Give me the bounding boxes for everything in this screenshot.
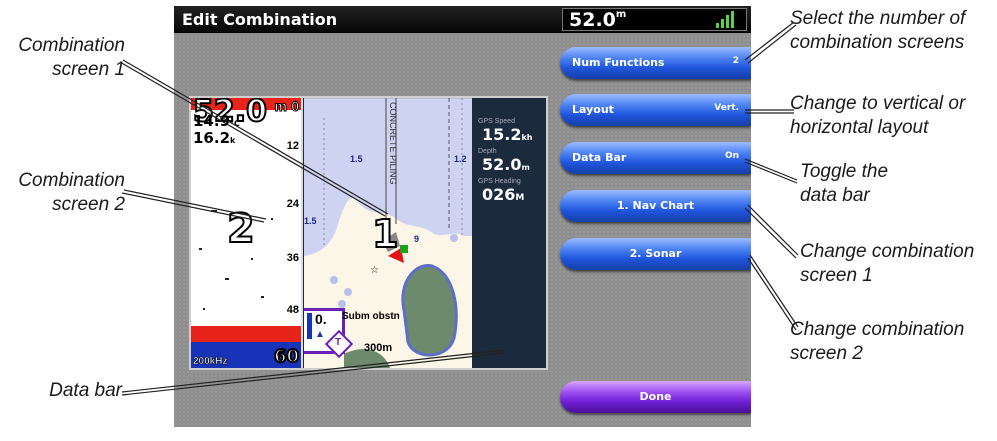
databar-number: 026	[482, 185, 516, 204]
annotation-data-bar: Data bar	[10, 379, 122, 403]
button-label: Done	[639, 390, 672, 403]
annotation-line: screen 2	[52, 194, 125, 215]
databar-value: 15.2kh	[482, 125, 533, 144]
databar-number: 52.0	[482, 155, 522, 174]
button-value: On	[724, 151, 739, 161]
depth-unit: m	[615, 9, 627, 20]
annotation-line: screen 1	[52, 59, 125, 80]
chart-depth-label: 1.2	[454, 154, 467, 164]
screen-1-label: 1	[371, 211, 399, 257]
sonar-frequency: 200kHz	[193, 356, 228, 368]
chart-depth-label: 1.5	[304, 216, 317, 226]
databar-value: 026M	[482, 185, 524, 204]
device-screen: Edit Combination 52.0m 52.0 m 0 14.9°C 1…	[174, 6, 751, 427]
annotation-layout: Change to vertical or horizontal layout	[790, 92, 995, 140]
databar-unit: kh	[521, 133, 533, 142]
databar-unit: M	[515, 193, 525, 203]
annotation-line: screen 2	[790, 343, 863, 364]
databar-number: 15.2	[482, 125, 522, 144]
chart-road-label: CONCRETE PILING	[388, 102, 398, 185]
depth-readout: 52.0m	[562, 8, 747, 31]
annotation-num-functions: Select the number of combination screens	[790, 7, 995, 55]
scale-bar	[307, 313, 312, 339]
databar-label: Depth	[478, 148, 497, 155]
databar-value: 52.0m	[482, 155, 530, 174]
annotation-line: data bar	[800, 185, 870, 206]
nav-chart-screen: ☆ 1.5 1.2 1.5 9 CONCRETE PILING 1 0. ▲ S…	[304, 98, 472, 368]
title-bar: Edit Combination 52.0m	[174, 6, 751, 33]
chart-depth-label: 9	[414, 234, 420, 244]
button-label: 1. Nav Chart	[616, 199, 695, 212]
annotation-line: Toggle the	[800, 161, 889, 182]
svg-text:☆: ☆	[370, 265, 379, 276]
databar-label: GPS Heading	[478, 178, 521, 185]
button-label: Layout	[572, 103, 614, 116]
depth-number: 52.0	[569, 9, 616, 31]
annotation-combination-screen-2: Combination screen 2	[10, 169, 125, 217]
button-value: 2	[732, 56, 739, 66]
chart-scale-value: 0.	[315, 311, 327, 327]
annotation-line: Select the number of	[790, 8, 966, 29]
signal-icon	[716, 11, 738, 28]
marker-letter: T	[335, 337, 342, 348]
sonar-button[interactable]: 2. Sonar	[560, 238, 751, 270]
databar-label: GPS Speed	[478, 118, 515, 125]
annotation-line: Combination	[18, 170, 125, 191]
data-bar: GPS Speed 15.2kh Depth 52.0m GPS Heading…	[474, 98, 546, 368]
north-arrow-icon: ▲	[315, 329, 325, 340]
sonar-screen: 52.0 m 0 14.9°C 16.2k 12 24 36 48 2 200k…	[191, 98, 303, 368]
annotation-line: Change combination	[800, 241, 975, 262]
data-bar-button[interactable]: Data Bar On	[560, 142, 751, 174]
annotation-change-screen-1: Change combination screen 1	[800, 240, 995, 288]
annotation-change-screen-2: Change combination screen 2	[790, 318, 995, 366]
button-value: Vert.	[714, 103, 739, 113]
button-label: 2. Sonar	[629, 247, 682, 260]
annotation-line: Change combination	[790, 319, 965, 340]
chart-obstruction-label: Subm obstn	[342, 311, 400, 322]
sonar-range-bottom: 60	[273, 345, 300, 368]
annotation-line: combination screens	[790, 32, 965, 53]
layout-button[interactable]: Layout Vert.	[560, 94, 751, 126]
num-functions-button[interactable]: Num Functions 2	[560, 47, 751, 79]
annotation-line: horizontal layout	[790, 117, 929, 138]
page-title: Edit Combination	[182, 10, 338, 29]
button-label: Num Functions	[572, 56, 665, 69]
annotation-data-bar-toggle: Toggle the data bar	[800, 160, 990, 208]
screen-2-label: 2	[226, 205, 256, 253]
annotation-line: screen 1	[800, 265, 873, 286]
chart-depth-label: 1.5	[350, 154, 363, 164]
done-button[interactable]: Done	[560, 381, 751, 413]
databar-unit: m	[521, 163, 530, 172]
annotation-combination-screen-1: Combination screen 1	[10, 34, 125, 82]
annotation-line: Combination	[18, 35, 125, 56]
annotation-line: Change to vertical or	[790, 93, 966, 114]
nav-chart-button[interactable]: 1. Nav Chart	[560, 190, 751, 222]
chart-scale-distance: 300m	[364, 342, 393, 354]
depth-value: 52.0m	[569, 9, 626, 31]
button-label: Data Bar	[572, 151, 627, 164]
annotation-line: Data bar	[49, 380, 122, 401]
combination-preview: 52.0 m 0 14.9°C 16.2k 12 24 36 48 2 200k…	[189, 96, 548, 370]
